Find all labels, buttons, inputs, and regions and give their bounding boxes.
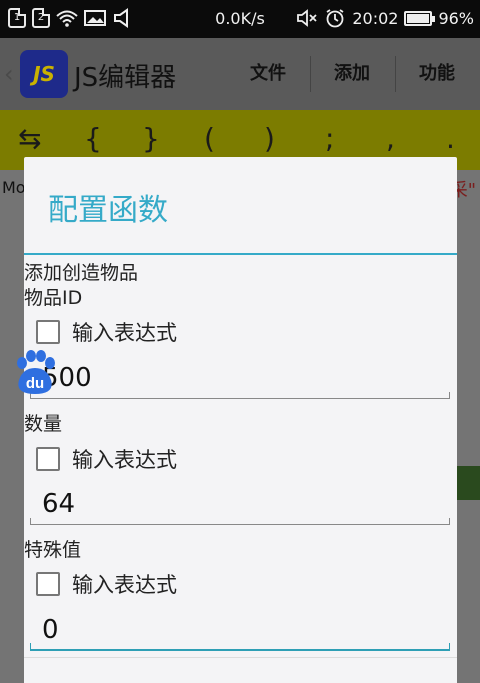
right-paren-button[interactable]: ) bbox=[264, 122, 275, 155]
left-brace-button[interactable]: { bbox=[84, 122, 102, 155]
checkbox-label: 输入表达式 bbox=[72, 448, 177, 472]
checkbox-label: 输入表达式 bbox=[72, 321, 177, 345]
baidu-paw-icon[interactable]: du bbox=[13, 350, 57, 398]
dialog-footer-divider bbox=[24, 657, 457, 658]
item-id-expression-toggle[interactable]: 输入表达式 bbox=[36, 317, 177, 347]
menu-divider bbox=[310, 56, 311, 92]
dialog-title: 配置函数 bbox=[48, 193, 168, 228]
battery-percent: 96% bbox=[438, 8, 474, 28]
mute-icon bbox=[297, 9, 317, 27]
item-id-input[interactable]: 500 bbox=[30, 363, 450, 399]
left-paren-button[interactable]: ( bbox=[204, 122, 215, 155]
app-bar: ‹ JS JS编辑器 文件 添加 功能 bbox=[0, 38, 480, 110]
quantity-label: 数量 bbox=[24, 413, 63, 435]
alarm-icon bbox=[326, 9, 344, 28]
semicolon-button[interactable]: ; bbox=[325, 122, 334, 155]
back-chevron-icon[interactable]: ‹ bbox=[4, 60, 14, 88]
special-value-label: 特殊值 bbox=[24, 539, 82, 561]
right-brace-button[interactable]: } bbox=[142, 122, 160, 155]
expression-checkbox[interactable] bbox=[36, 320, 60, 344]
special-value-input[interactable]: 0 bbox=[30, 615, 450, 651]
checkbox-label: 输入表达式 bbox=[72, 573, 177, 597]
quantity-expression-toggle[interactable]: 输入表达式 bbox=[36, 444, 177, 474]
configure-function-dialog: 配置函数 添加创造物品 物品ID 输入表达式 500 数量 输入表达式 64 特… bbox=[24, 157, 457, 683]
status-right: 20:02 96% bbox=[296, 8, 474, 28]
comma-button[interactable]: , bbox=[386, 122, 395, 155]
expression-checkbox[interactable] bbox=[36, 572, 60, 596]
quantity-input[interactable]: 64 bbox=[30, 489, 450, 525]
app-title: JS编辑器 bbox=[74, 63, 177, 93]
baidu-badge-text: du bbox=[26, 375, 44, 392]
expression-checkbox[interactable] bbox=[36, 447, 60, 471]
menu-add[interactable]: 添加 bbox=[334, 38, 370, 110]
menu-functions[interactable]: 功能 bbox=[419, 38, 455, 110]
app-logo: JS bbox=[20, 50, 68, 98]
tab-insert-button[interactable]: ⇆ bbox=[18, 122, 41, 155]
menu-file[interactable]: 文件 bbox=[250, 38, 286, 110]
period-button[interactable]: . bbox=[446, 122, 455, 155]
battery-icon bbox=[404, 10, 436, 26]
title-divider bbox=[24, 253, 457, 255]
status-bar: 1 2 0.0K/s 20:02 96% bbox=[0, 0, 480, 38]
block-thumbnail bbox=[456, 466, 480, 500]
item-id-label: 物品ID bbox=[24, 287, 83, 309]
menu-divider bbox=[395, 56, 396, 92]
special-value-expression-toggle[interactable]: 输入表达式 bbox=[36, 569, 177, 599]
clock: 20:02 bbox=[352, 8, 399, 28]
function-name-label: 添加创造物品 bbox=[24, 262, 139, 284]
editor-text-left: Mo bbox=[2, 178, 26, 197]
